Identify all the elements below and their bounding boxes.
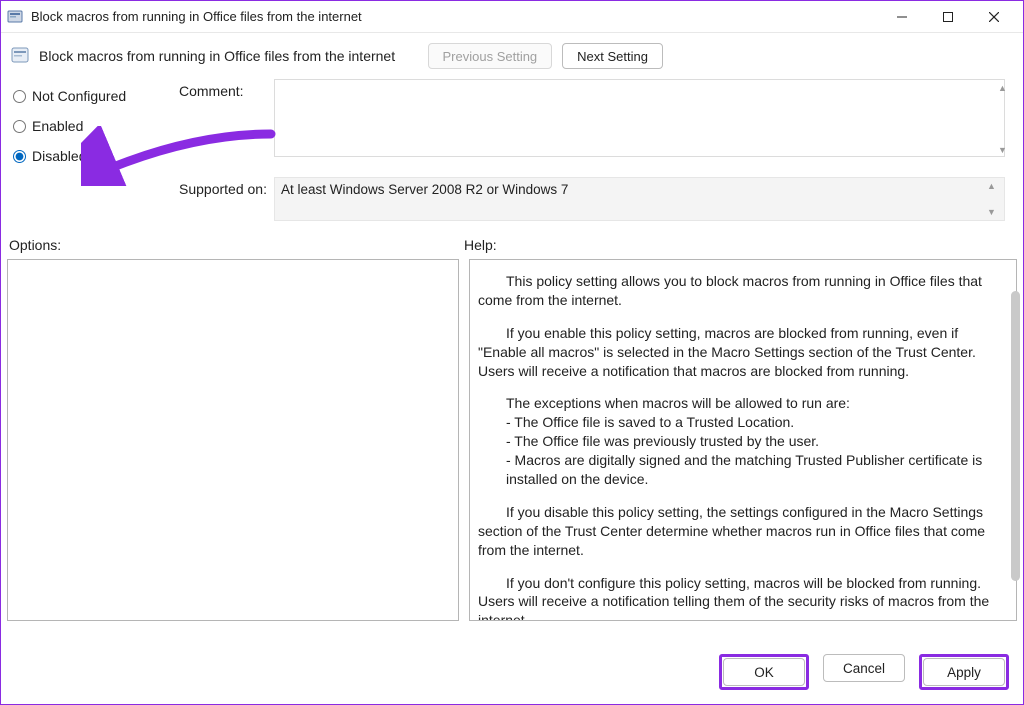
next-setting-button[interactable]: Next Setting <box>562 43 663 69</box>
apply-button[interactable]: Apply <box>923 658 1005 686</box>
previous-setting-button[interactable]: Previous Setting <box>428 43 553 69</box>
chevron-up-icon[interactable]: ▲ <box>998 83 1012 93</box>
supported-on-value: At least Windows Server 2008 R2 or Windo… <box>281 182 568 197</box>
radio-label: Enabled <box>32 118 83 134</box>
close-button[interactable] <box>971 1 1017 33</box>
annotation-highlight-ok: OK <box>719 654 809 690</box>
radio-disabled-input[interactable] <box>13 150 26 163</box>
dialog-footer: OK Cancel Apply <box>719 654 1009 690</box>
gpedit-icon <box>7 9 23 25</box>
pane-labels: Options: Help: <box>1 221 1023 259</box>
help-text: - Macros are digitally signed and the ma… <box>478 451 1006 489</box>
help-text: If you don't configure this policy setti… <box>478 574 1006 621</box>
window-controls <box>879 1 1017 33</box>
annotation-highlight-apply: Apply <box>919 654 1009 690</box>
maximize-button[interactable] <box>925 1 971 33</box>
options-label: Options: <box>9 237 464 253</box>
chevron-down-icon[interactable]: ▼ <box>998 145 1012 155</box>
help-text: - The Office file was previously trusted… <box>478 432 1006 451</box>
radio-not-configured[interactable]: Not Configured <box>9 81 179 111</box>
radio-enabled-input[interactable] <box>13 120 26 133</box>
supported-row: Supported on: At least Windows Server 20… <box>1 171 1023 221</box>
help-text: - The Office file is saved to a Trusted … <box>478 413 1006 432</box>
radio-not-configured-input[interactable] <box>13 90 26 103</box>
supported-on-field: At least Windows Server 2008 R2 or Windo… <box>274 177 1005 221</box>
chevron-up-icon[interactable]: ▲ <box>987 181 1001 191</box>
help-text: This policy setting allows you to block … <box>478 272 1006 310</box>
help-label: Help: <box>464 237 497 253</box>
help-text: If you disable this policy setting, the … <box>478 503 1006 560</box>
policy-header: Block macros from running in Office file… <box>1 33 1023 75</box>
minimize-button[interactable] <box>879 1 925 33</box>
ok-button[interactable]: OK <box>723 658 805 686</box>
state-comment-row: Not Configured Enabled Disabled Comment:… <box>1 75 1023 171</box>
help-text: The exceptions when macros will be allow… <box>478 394 1006 413</box>
policy-icon <box>11 47 29 65</box>
comment-textarea[interactable] <box>274 79 1005 157</box>
help-text: If you enable this policy setting, macro… <box>478 324 1006 381</box>
window-title: Block macros from running in Office file… <box>31 9 879 24</box>
panes-row: This policy setting allows you to block … <box>1 259 1023 621</box>
cancel-button[interactable]: Cancel <box>823 654 905 682</box>
help-pane: This policy setting allows you to block … <box>469 259 1017 621</box>
supported-label: Supported on: <box>179 177 274 221</box>
policy-title: Block macros from running in Office file… <box>39 48 418 64</box>
state-radio-group: Not Configured Enabled Disabled <box>9 79 179 171</box>
options-pane <box>7 259 459 621</box>
chevron-down-icon[interactable]: ▼ <box>987 207 1001 217</box>
scrollbar-thumb[interactable] <box>1011 291 1020 581</box>
radio-label: Disabled <box>32 148 86 164</box>
radio-enabled[interactable]: Enabled <box>9 111 179 141</box>
titlebar: Block macros from running in Office file… <box>1 1 1023 33</box>
comment-label: Comment: <box>179 79 274 171</box>
radio-disabled[interactable]: Disabled <box>9 141 179 171</box>
radio-label: Not Configured <box>32 88 126 104</box>
